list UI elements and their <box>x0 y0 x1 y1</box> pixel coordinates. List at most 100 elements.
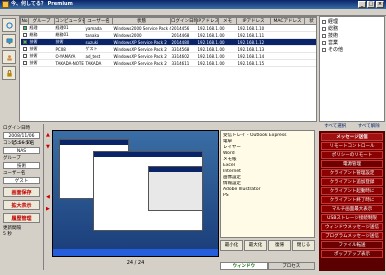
column-header[interactable]: メモ <box>218 17 237 25</box>
tab-process[interactable]: プロセス <box>267 262 315 270</box>
arrow-left-icon[interactable]: ◀ <box>46 194 51 200</box>
window-title: 今、何してる？ Premium <box>11 1 73 7</box>
action-button[interactable]: クライアント起動時に <box>321 187 383 195</box>
lock-tool-button[interactable] <box>2 66 16 80</box>
table-row[interactable]: 総務総務01tanakaWindows20002014468192.168.1.… <box>20 31 316 39</box>
column-header[interactable]: ログイン日時 <box>170 17 197 25</box>
action-button[interactable]: マルチ画面最大表示 <box>321 205 383 213</box>
action-button[interactable]: USBストレージ接続制限 <box>321 214 383 222</box>
action-button[interactable]: プログラムメッセージ送信 <box>321 232 383 240</box>
tree-node[interactable]: 総務 <box>322 26 382 33</box>
tree-node[interactable]: 経理 <box>322 19 382 26</box>
process-item[interactable]: PS <box>223 193 312 199</box>
table-cell: ad_test <box>84 52 113 60</box>
table-cell: Windows2000 Service Pack 4 <box>112 24 171 32</box>
table-cell: 192.168.1.10 <box>236 24 271 32</box>
monitor-tool-button[interactable] <box>2 34 16 48</box>
action-button[interactable]: クライアント管理設定 <box>321 169 383 177</box>
tab-window[interactable]: ウィンドウ <box>220 262 268 270</box>
action-button[interactable]: リモートコントロール <box>321 142 383 150</box>
action-button[interactable]: 電源管理 <box>321 160 383 168</box>
action-button[interactable]: ポップアップ表示 <box>321 250 383 258</box>
process-list[interactable]: 受信トレイ - Outlook Express 電卓 レイヤー Word メモ帳… <box>220 130 315 238</box>
table-cell: tanaka <box>84 31 113 39</box>
client-grid[interactable]: No グループ コンピュータ名 ユーザー名 状態 ログイン日時 IPアドレス メ… <box>19 16 317 122</box>
action-button[interactable]: クライアント終了時に <box>321 196 383 204</box>
table-cell <box>20 52 29 60</box>
refresh-tool-button[interactable] <box>2 18 16 32</box>
checkbox-icon[interactable] <box>322 26 326 31</box>
column-header[interactable]: No <box>20 17 29 25</box>
table-cell: WindowsXP Service Pack 2 <box>112 38 171 46</box>
row-checkbox[interactable] <box>23 39 27 44</box>
table-row[interactable]: 経理 経理01 yamada Windows2000 Service Pack 4 20… <box>20 24 316 32</box>
table-cell: TAKADA-NOTE <box>54 59 85 67</box>
table-row[interactable]: 技術 PC08 ゲスト WindowsXP Service Pack 2 3314568… <box>20 45 316 53</box>
table-cell: 総務 <box>28 31 55 39</box>
screen-preview[interactable] <box>52 130 219 257</box>
table-cell: 192.168.1.14 <box>236 52 271 60</box>
table-cell: 00 <box>218 31 237 39</box>
table-cell: 経理01 <box>54 24 85 32</box>
checkbox-icon[interactable] <box>322 40 326 45</box>
checkbox-icon[interactable] <box>322 19 326 24</box>
checkbox-icon[interactable] <box>322 47 326 52</box>
deselect-all-link[interactable]: すべて解除 <box>353 123 386 130</box>
arrow-up-icon[interactable]: ▲ <box>46 132 51 138</box>
checkbox-icon[interactable] <box>322 33 326 38</box>
column-header[interactable]: MACアドレス <box>270 17 305 25</box>
table-cell <box>20 45 29 53</box>
column-header[interactable]: IPアドレス <box>196 17 219 25</box>
zoom-view-button[interactable]: 拡大表示 <box>3 200 40 210</box>
row-checkbox[interactable] <box>23 53 27 58</box>
page-counter: 24 / 24 <box>126 260 145 266</box>
lock-icon <box>7 70 12 77</box>
action-button[interactable]: メッセージ送信 <box>321 133 383 141</box>
action-button[interactable]: ウィンドウメッセージ送信 <box>321 223 383 231</box>
table-cell: 192.168.1.15 <box>236 59 271 67</box>
interval-value[interactable]: 5 <box>3 232 6 237</box>
row-checkbox[interactable] <box>23 25 27 30</box>
table-row[interactable]: 技術 技術 suzuki WindowsXP Service Pack 2 201448… <box>20 38 316 46</box>
side-arrows: ▲ ▼ ◀ ▶ <box>45 124 52 270</box>
table-cell: 00 <box>218 52 237 60</box>
user-icon <box>7 55 12 61</box>
action-button[interactable]: ファイル転送 <box>321 241 383 249</box>
restore-window-button[interactable]: 復帰 <box>268 240 291 251</box>
column-header[interactable]: 状態 <box>112 17 171 25</box>
interval-row: 5 秒 <box>3 232 40 238</box>
action-button[interactable]: クライアント追加登録 <box>321 178 383 186</box>
tree-node[interactable]: 技術 <box>322 33 382 40</box>
history-manage-button[interactable]: 履歴管理 <box>3 213 40 223</box>
row-checkbox[interactable] <box>23 32 27 37</box>
tree-node[interactable]: その他 <box>322 47 382 54</box>
user-tool-button[interactable] <box>2 50 16 64</box>
table-cell <box>20 31 29 39</box>
arrow-down-icon[interactable]: ▼ <box>46 144 51 150</box>
column-header[interactable]: IPアドレス <box>236 17 271 25</box>
column-header[interactable]: グループ <box>28 17 55 25</box>
minimize-window-button[interactable]: 最小化 <box>220 240 243 251</box>
arrow-right-icon[interactable]: ▶ <box>46 206 51 212</box>
tree-node[interactable]: 営業 <box>322 40 382 47</box>
table-cell <box>304 52 316 60</box>
table-cell <box>270 52 305 60</box>
maximize-button[interactable]: □ <box>367 1 375 8</box>
table-cell: 技術 <box>28 59 55 67</box>
action-button[interactable]: ポリシーのリモート <box>321 151 383 159</box>
maximize-window-button[interactable]: 最大化 <box>244 240 267 251</box>
save-screen-button[interactable]: 画面保存 <box>3 187 40 197</box>
column-header[interactable]: ユーザー名 <box>84 17 113 25</box>
table-row[interactable]: 技術 TAKADA-NOTE TAKADA WindowsXP Service Pac… <box>20 59 316 67</box>
close-button[interactable]: × <box>376 1 384 8</box>
row-checkbox[interactable] <box>23 60 27 65</box>
table-cell <box>270 31 305 39</box>
row-checkbox[interactable] <box>23 46 27 51</box>
info-panel: ログイン日時 2008/11/06 15:56:11 コンピュータ名 NAS グ… <box>0 124 44 270</box>
column-header[interactable]: 状 <box>304 17 316 25</box>
column-header[interactable]: コンピュータ名 <box>54 17 85 25</box>
minimize-button[interactable]: _ <box>358 1 366 8</box>
select-all-link[interactable]: すべて選択 <box>319 123 352 130</box>
close-window-button[interactable]: 閉じる <box>292 240 315 251</box>
table-row[interactable]: 技術 O-YAMAYA ad_test WindowsXP Service Pack … <box>20 52 316 60</box>
